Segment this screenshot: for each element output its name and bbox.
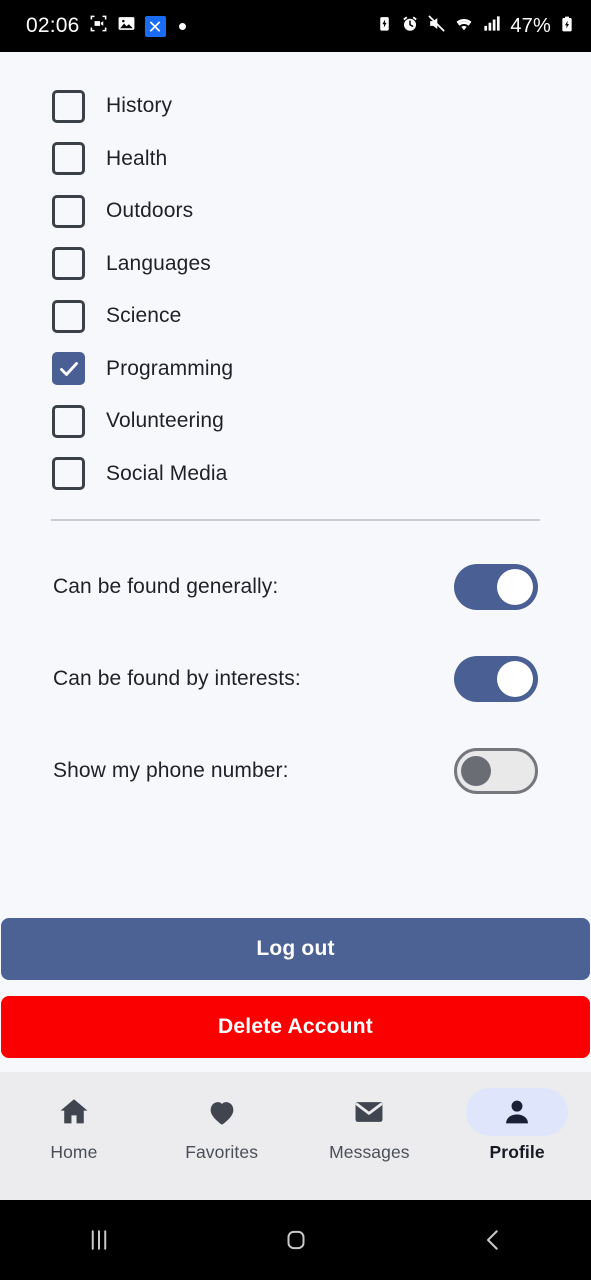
- list-item[interactable]: Health: [26, 133, 565, 186]
- log-out-button[interactable]: Log out: [1, 918, 590, 980]
- interest-checkbox-health[interactable]: [52, 142, 85, 176]
- setting-row-found-by-interests: Can be found by interests:: [26, 633, 565, 725]
- recents-icon[interactable]: [0, 1225, 197, 1255]
- setting-row-show-phone-number: Show my phone number:: [26, 725, 565, 817]
- list-item[interactable]: Programming: [26, 343, 565, 396]
- battery-saver-icon: [376, 15, 393, 37]
- wifi-icon: [454, 14, 474, 39]
- list-item[interactable]: Outdoors: [26, 185, 565, 238]
- signal-bars-icon: [482, 14, 501, 38]
- back-chevron-icon[interactable]: [394, 1225, 591, 1255]
- list-item[interactable]: Social Media: [26, 448, 565, 501]
- nav-label: Profile: [489, 1142, 545, 1162]
- nav-item-messages[interactable]: Messages: [296, 1088, 444, 1163]
- toggle-knob: [461, 756, 491, 786]
- notification-dot-icon: [178, 22, 186, 30]
- interest-checkbox-programming[interactable]: [52, 352, 85, 386]
- toggle-label: Can be found generally:: [53, 575, 279, 598]
- volume-mute-icon: [427, 14, 446, 38]
- nav-label: Home: [50, 1142, 98, 1162]
- bottom-navigation: Home Favorites Messages Profile: [0, 1072, 591, 1200]
- interest-checkbox-volunteering[interactable]: [52, 404, 85, 438]
- account-actions: Log out Delete Account: [0, 918, 591, 1058]
- toggle-label: Show my phone number:: [53, 759, 289, 782]
- alarm-icon: [401, 15, 419, 38]
- toggle-label: Can be found by interests:: [53, 667, 301, 690]
- interest-label: Social Media: [106, 461, 228, 485]
- toggle-knob: [497, 661, 533, 697]
- heart-icon: [171, 1088, 273, 1136]
- toggle-found-generally[interactable]: [454, 564, 538, 610]
- home-square-icon[interactable]: [197, 1225, 394, 1255]
- status-bar-right: 47%: [376, 14, 575, 39]
- battery-percent-label: 47%: [510, 14, 551, 37]
- toggle-found-by-interests[interactable]: [454, 656, 538, 702]
- screen-record-icon: [89, 14, 108, 38]
- list-item[interactable]: Languages: [26, 238, 565, 291]
- list-item[interactable]: Volunteering: [26, 395, 565, 448]
- battery-charging-icon: [559, 15, 575, 38]
- interest-label: Volunteering: [106, 409, 224, 433]
- interest-checkbox-science[interactable]: [52, 299, 85, 333]
- interest-checkbox-list: History Health Outdoors Languages Scienc…: [26, 52, 565, 500]
- nav-item-home[interactable]: Home: [0, 1088, 148, 1163]
- interest-label: Health: [106, 146, 168, 170]
- x-app-badge-icon: [144, 15, 166, 37]
- nav-item-favorites[interactable]: Favorites: [148, 1088, 296, 1163]
- interest-checkbox-outdoors[interactable]: [52, 194, 85, 228]
- privacy-toggle-list: Can be found generally: Can be found by …: [26, 521, 565, 817]
- interest-checkbox-history[interactable]: [52, 89, 85, 123]
- setting-row-found-generally: Can be found generally:: [26, 541, 565, 633]
- interest-label: Languages: [106, 251, 211, 275]
- nav-label: Messages: [329, 1142, 410, 1162]
- interest-label: Outdoors: [106, 199, 194, 223]
- home-icon: [23, 1088, 125, 1136]
- nav-item-profile[interactable]: Profile: [443, 1088, 591, 1163]
- interest-label: Science: [106, 304, 182, 328]
- list-item[interactable]: History: [26, 80, 565, 133]
- settings-content: History Health Outdoors Languages Scienc…: [0, 52, 591, 1072]
- list-item[interactable]: Science: [26, 290, 565, 343]
- android-system-nav: [0, 1200, 591, 1280]
- nav-label: Favorites: [185, 1142, 259, 1162]
- interest-label: History: [106, 94, 173, 118]
- interest-checkbox-social-media[interactable]: [52, 457, 85, 491]
- envelope-icon: [318, 1088, 420, 1136]
- photo-icon: [117, 14, 136, 38]
- interest-label: Programming: [106, 356, 234, 380]
- toggle-knob: [497, 569, 533, 605]
- phone-screen: 02:06 47% History Health Outdoors Langua…: [0, 0, 591, 1280]
- status-bar-left: 02:06: [26, 14, 186, 38]
- status-bar: 02:06 47%: [0, 0, 591, 52]
- interest-checkbox-languages[interactable]: [52, 247, 85, 281]
- status-time: 02:06: [26, 14, 80, 37]
- delete-account-button[interactable]: Delete Account: [1, 996, 590, 1058]
- toggle-show-phone-number[interactable]: [454, 748, 538, 794]
- person-icon: [466, 1088, 569, 1136]
